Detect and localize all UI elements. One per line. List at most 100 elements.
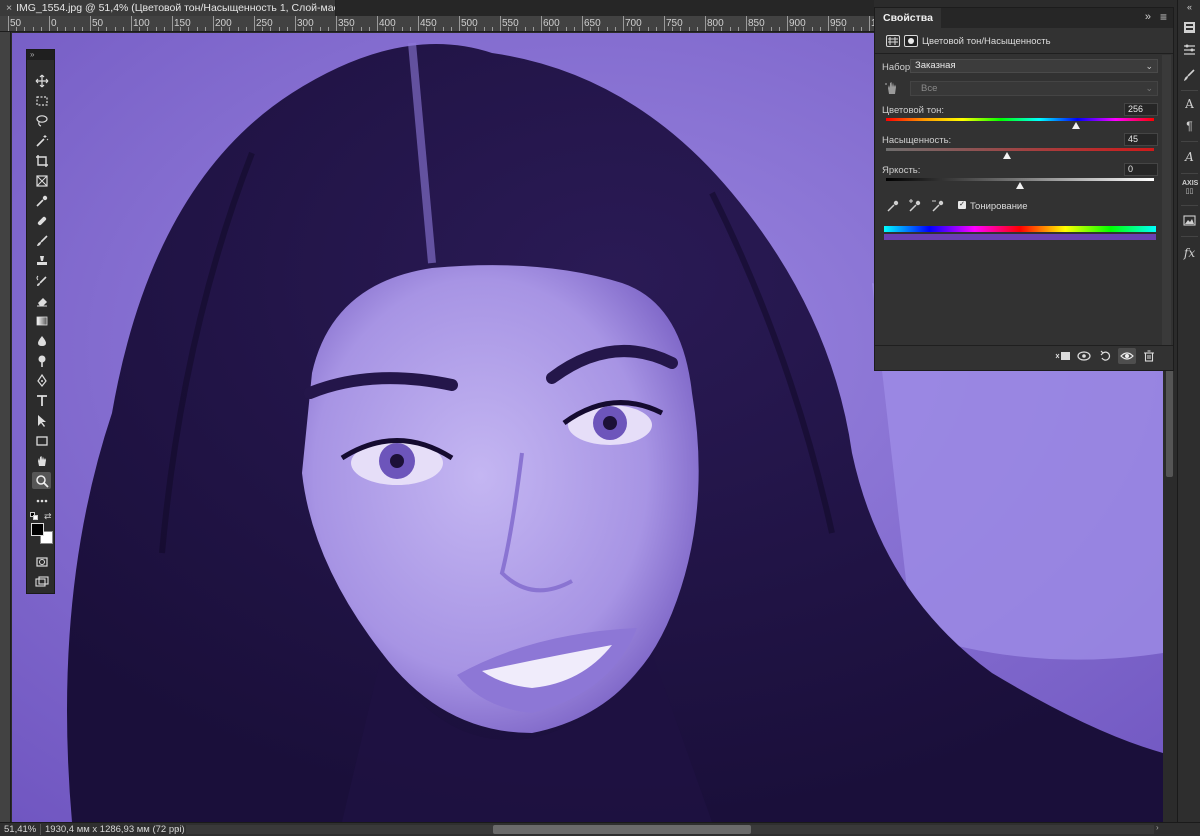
ruler-major-tick <box>787 16 788 31</box>
swap-colors-icon[interactable]: ⇄ <box>44 511 52 522</box>
ruler-major-tick <box>746 16 747 31</box>
hue-input[interactable]: 256 <box>1124 103 1158 116</box>
ruler-minor-tick <box>344 27 346 31</box>
saturation-input[interactable]: 45 <box>1124 133 1158 146</box>
paragraph-panel-icon[interactable]: ¶ <box>1182 119 1197 134</box>
lightness-input[interactable]: 0 <box>1124 163 1158 176</box>
trash-icon[interactable] <box>1140 348 1158 364</box>
saturation-slider-thumb[interactable] <box>1002 152 1011 159</box>
dock-separator <box>1181 141 1198 142</box>
clone-stamp-tool[interactable] <box>32 252 51 269</box>
ruler-major-tick <box>90 16 91 31</box>
quick-mask-button[interactable] <box>32 553 51 570</box>
character-panel-icon[interactable]: A <box>1182 97 1197 112</box>
reset-icon[interactable] <box>1097 348 1115 364</box>
eraser-tool[interactable] <box>32 292 51 309</box>
eyedropper-minus-icon[interactable] <box>931 199 945 213</box>
eyedropper-tool[interactable] <box>32 192 51 209</box>
lasso-tool[interactable] <box>32 112 51 129</box>
properties-panel-icon[interactable] <box>1182 20 1197 35</box>
more-tools-button[interactable] <box>32 492 51 509</box>
ruler-minor-tick <box>450 27 452 31</box>
preset-label: Набор: <box>882 62 913 73</box>
preset-dropdown[interactable]: Заказная ⌄ <box>910 59 1158 73</box>
channel-dropdown[interactable]: Все ⌄ <box>910 81 1158 96</box>
path-selection-tool[interactable] <box>32 412 51 429</box>
ruler-minor-tick <box>352 27 354 31</box>
brush-panel-icon[interactable] <box>1182 68 1197 83</box>
hue-slider-thumb[interactable] <box>1072 122 1081 129</box>
frame-tool[interactable] <box>32 172 51 189</box>
saturation-slider-track[interactable] <box>886 148 1154 151</box>
ruler-label: 0 <box>51 18 57 29</box>
marquee-tool[interactable] <box>32 92 51 109</box>
default-colors-icon[interactable] <box>30 512 38 520</box>
visibility-eye-icon[interactable] <box>1118 348 1136 364</box>
magic-wand-tool[interactable] <box>32 132 51 149</box>
eyedropper-icon[interactable] <box>886 199 900 213</box>
ruler-minor-tick <box>508 27 510 31</box>
ruler-minor-tick <box>590 27 592 31</box>
clip-to-layer-icon[interactable] <box>1054 348 1072 364</box>
zoom-level[interactable]: 51,41% <box>4 824 36 835</box>
image-panel-icon[interactable] <box>1182 213 1197 228</box>
lightness-slider-thumb[interactable] <box>1016 182 1024 189</box>
toolbar-header[interactable]: » <box>27 50 54 60</box>
arrow-cursor-icon <box>37 414 46 427</box>
tab-properties[interactable]: Свойства <box>875 8 941 28</box>
document-tab[interactable]: × IMG_1554.jpg @ 51,4% (Цветовой тон/Насы… <box>0 0 336 16</box>
styles-fx-icon[interactable]: fx <box>1182 246 1197 261</box>
adjustment-layer-icon[interactable] <box>886 35 900 47</box>
horizontal-scrollbar-thumb[interactable] <box>493 825 751 834</box>
pen-tool[interactable] <box>32 372 51 389</box>
ruler-minor-tick <box>737 27 739 31</box>
vertical-scrollbar-thumb[interactable] <box>1166 367 1173 477</box>
move-icon <box>35 74 48 87</box>
crop-tool[interactable] <box>32 152 51 169</box>
axis-plugin-icon[interactable]: AXIS ▯▯ <box>1182 180 1198 195</box>
blur-tool[interactable] <box>32 332 51 349</box>
ruler-minor-tick <box>221 27 223 31</box>
scroll-right-arrow[interactable]: › <box>1156 823 1159 832</box>
colorize-label: Тонирование <box>970 201 1028 212</box>
dodge-tool[interactable] <box>32 352 51 369</box>
healing-brush-tool[interactable] <box>32 212 51 229</box>
history-brush-tool[interactable] <box>32 272 51 289</box>
status-menu-arrow[interactable]: › <box>176 824 179 833</box>
ruler-major-tick <box>582 16 583 31</box>
view-previous-state-icon[interactable] <box>1075 348 1093 364</box>
brush-tool[interactable] <box>32 232 51 249</box>
screen-mode-button[interactable] <box>32 573 51 590</box>
hue-slider-track[interactable] <box>886 118 1154 121</box>
magic-wand-icon <box>35 134 48 147</box>
type-tool[interactable] <box>32 392 51 409</box>
ruler-minor-tick <box>803 27 805 31</box>
toolbar-collapse-icon[interactable]: » <box>30 50 34 59</box>
foreground-color-swatch[interactable] <box>31 523 44 536</box>
gradient-tool[interactable] <box>32 312 51 329</box>
zoom-tool[interactable] <box>32 472 51 489</box>
move-tool[interactable] <box>32 72 51 89</box>
adjustments-panel-icon[interactable] <box>1182 42 1197 57</box>
panel-menu-icon[interactable]: ≡ <box>1160 10 1167 24</box>
ruler-left[interactable] <box>0 32 11 822</box>
glyphs-panel-icon[interactable]: A <box>1182 150 1197 165</box>
targeted-adjustment-hand-icon[interactable] <box>884 80 900 96</box>
properties-scrollbar[interactable] <box>1162 55 1171 345</box>
ruler-minor-tick <box>557 27 559 31</box>
ruler-minor-tick <box>122 27 124 31</box>
ruler-minor-tick <box>426 27 428 31</box>
lightness-slider-track[interactable] <box>886 178 1154 181</box>
panel-collapse-icon[interactable]: » <box>1145 11 1151 23</box>
rectangle-tool[interactable] <box>32 432 51 449</box>
ruler-top[interactable]: 50 0 50 100 150 200 250 300 350 400 450 500 550 600 65… <box>0 16 874 32</box>
ruler-minor-tick <box>614 27 616 31</box>
close-tab-icon[interactable]: × <box>6 2 12 14</box>
ruler-minor-tick <box>688 27 690 31</box>
colorize-checkbox[interactable]: ✓ <box>958 201 966 209</box>
eyedropper-plus-icon[interactable] <box>908 199 922 213</box>
dock-collapse-icon[interactable]: « <box>1182 0 1197 15</box>
properties-header: Свойства » ≡ <box>875 8 1173 28</box>
hand-tool[interactable] <box>32 452 51 469</box>
layer-mask-icon[interactable] <box>904 35 918 47</box>
